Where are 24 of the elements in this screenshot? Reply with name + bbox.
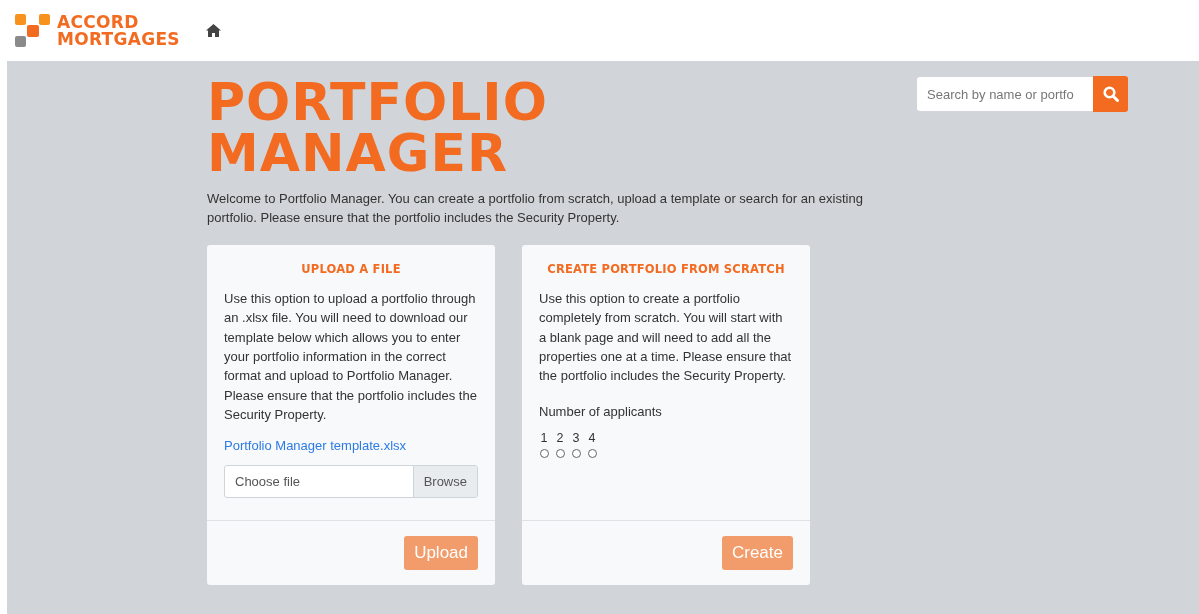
- card-title: UPLOAD A FILE: [300, 261, 402, 276]
- template-link[interactable]: Portfolio Manager template.xlsx: [224, 437, 407, 453]
- search-button[interactable]: [1093, 76, 1128, 112]
- radio-label: 4: [588, 430, 596, 445]
- search-icon: [1102, 86, 1119, 102]
- search-field[interactable]: Search by name or portfo: [917, 77, 1093, 111]
- intro-text: Welcome to Portfolio Manager. You can create a portfolio from scratch, upload a template or search for an existing portfolio. Please ensure that the portfolio includes the Security Property.: [207, 190, 864, 228]
- card-title: CREATE PORTFOLIO FROM SCRATCH: [546, 261, 786, 276]
- radio-button[interactable]: [555, 448, 565, 458]
- radio-button[interactable]: [571, 448, 581, 458]
- page-title: MANAGER: [207, 128, 509, 179]
- home-icon[interactable]: [205, 24, 221, 37]
- card-description: Use this option to upload a portfolio through an .xlsx file. You will need to download our template below which allows you to enter your portfolio information in the correct format and upload to Portfolio Manager. Please ensure that the portfolio includes the Security Property.: [224, 289, 478, 425]
- logo-text: ACCORD MORTGAGES: [57, 13, 180, 48]
- radio-label: 1: [540, 430, 548, 445]
- radio-label: 3: [572, 430, 580, 445]
- page-title: PORTFOLIO: [207, 77, 549, 128]
- field-label: Number of applicants: [539, 403, 663, 419]
- radio-button[interactable]: [587, 448, 597, 458]
- card-description: Use this option to create a portfolio completely from scratch. You will start with a blank page and will need to add all the properties one at a time. Please ensure that the portfolio includes the Security Property.: [539, 289, 793, 386]
- logo-icon: [15, 13, 51, 48]
- file-input[interactable]: Choose file Browse: [224, 464, 478, 498]
- radio-button[interactable]: [539, 448, 549, 458]
- radio-label: 2: [556, 430, 564, 445]
